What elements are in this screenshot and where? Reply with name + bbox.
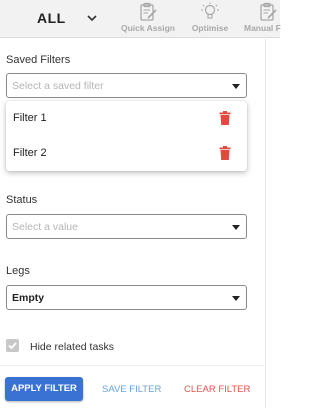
quick-assign-label: Quick Assign <box>120 23 175 33</box>
status-select[interactable]: Select a value <box>6 214 247 239</box>
chevron-down-icon[interactable] <box>86 12 98 24</box>
status-label: Status <box>6 194 38 206</box>
apply-filter-button[interactable]: APPLY FILTER <box>5 377 83 401</box>
hide-related-checkbox[interactable] <box>6 339 19 352</box>
caret-down-icon <box>232 225 240 230</box>
save-filter-button[interactable]: SAVE FILTER <box>102 384 161 395</box>
optimise-label: Optimise <box>191 23 229 33</box>
hide-related-label[interactable]: Hide related tasks <box>30 341 114 353</box>
clipboard-pencil-icon <box>260 2 277 21</box>
top-toolbar: ALL Quick Assign Optimise Manual F <box>0 0 281 38</box>
option-label: Filter 1 <box>13 112 47 124</box>
clipboard-pencil-icon <box>140 2 157 21</box>
legs-select[interactable]: Empty <box>6 285 247 310</box>
lightbulb-icon <box>201 2 219 19</box>
legs-value: Empty <box>12 292 45 304</box>
status-placeholder: Select a value <box>12 221 78 233</box>
trash-icon[interactable] <box>219 111 231 125</box>
checkmark-icon <box>8 342 17 350</box>
footer-divider <box>0 365 266 366</box>
filter-panel: Saved Filters Select a saved filter Stat… <box>0 39 266 408</box>
saved-filter-dropdown-menu: Filter 1 Filter 2 <box>6 101 247 171</box>
saved-filter-select[interactable]: Select a saved filter <box>6 73 247 98</box>
dropdown-option[interactable]: Filter 2 <box>6 136 247 171</box>
dropdown-option[interactable]: Filter 1 <box>6 101 247 136</box>
caret-down-icon <box>232 84 240 89</box>
saved-filter-placeholder: Select a saved filter <box>12 80 104 92</box>
option-label: Filter 2 <box>13 147 47 159</box>
view-selector-label[interactable]: ALL <box>37 10 66 26</box>
trash-icon[interactable] <box>219 146 231 160</box>
clear-filter-button[interactable]: CLEAR FILTER <box>184 384 250 395</box>
manual-label: Manual F <box>244 23 281 33</box>
optimise-button[interactable]: Optimise <box>190 2 230 36</box>
quick-assign-button[interactable]: Quick Assign <box>120 2 176 36</box>
saved-filters-label: Saved Filters <box>6 54 71 66</box>
legs-label: Legs <box>6 265 30 277</box>
caret-down-icon <box>232 296 240 301</box>
manual-button[interactable]: Manual F <box>244 2 294 36</box>
